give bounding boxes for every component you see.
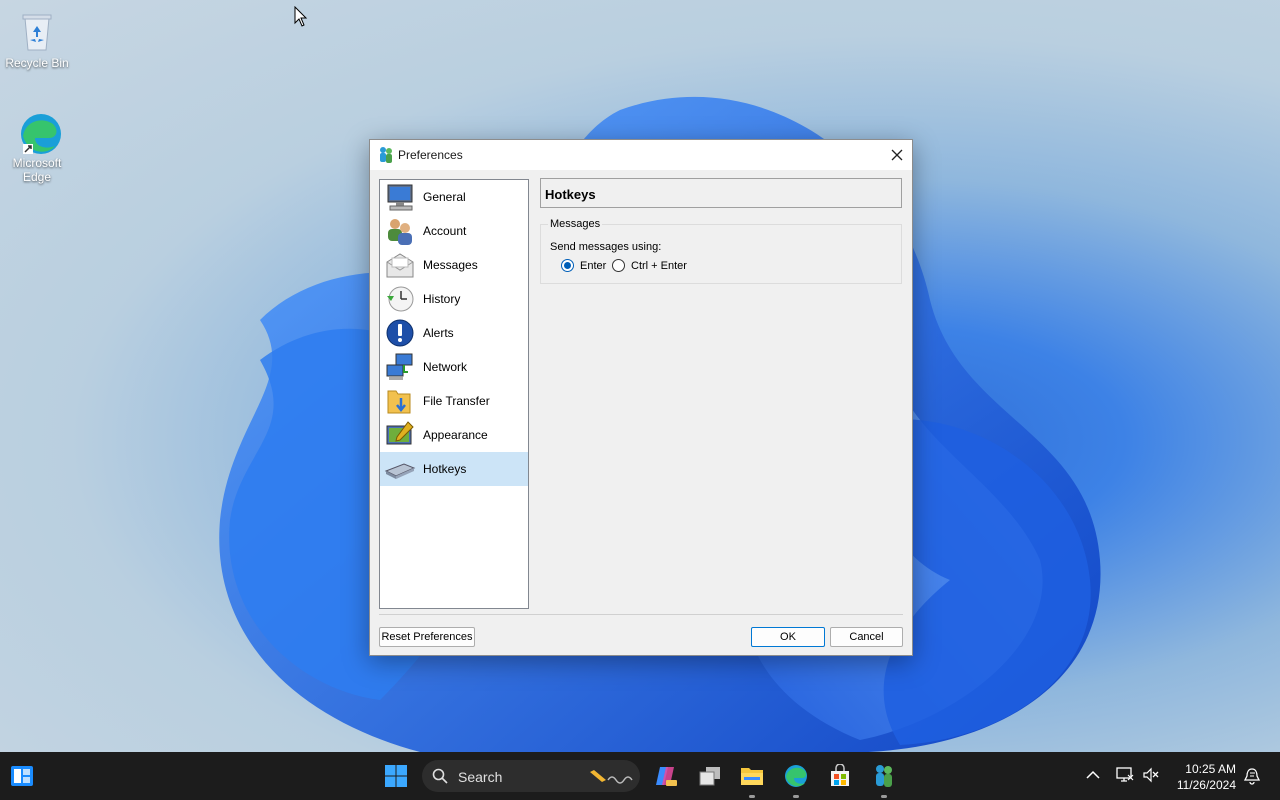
nav-item-appearance[interactable]: Appearance bbox=[380, 418, 528, 452]
desktop-icon-edge[interactable]: Microsoft Edge bbox=[0, 110, 74, 184]
app-running-indicator bbox=[881, 795, 887, 798]
nav-item-network[interactable]: Network bbox=[380, 350, 528, 384]
clock-icon bbox=[387, 286, 414, 312]
close-button[interactable] bbox=[882, 140, 912, 170]
nav-item-account[interactable]: Account bbox=[380, 214, 528, 248]
edge-taskbar-icon[interactable] bbox=[784, 764, 808, 788]
section-header: Hotkeys bbox=[540, 178, 902, 208]
recycle-bin-label: Recycle Bin bbox=[5, 56, 69, 70]
title-bar[interactable]: Preferences bbox=[370, 140, 912, 170]
edge-running-indicator bbox=[793, 795, 799, 798]
notification-bell-icon[interactable] bbox=[1244, 767, 1260, 785]
messenger-app-icon[interactable] bbox=[872, 764, 896, 788]
clock-date: 11/26/2024 bbox=[1176, 778, 1236, 792]
radio-label: Enter bbox=[580, 259, 607, 272]
preferences-dialog: Preferences General Account Messages His… bbox=[369, 139, 913, 656]
appearance-icon bbox=[386, 421, 414, 445]
edge-icon bbox=[15, 110, 61, 154]
monitor-icon bbox=[387, 184, 413, 211]
nav-label: Account bbox=[423, 224, 467, 238]
taskbar: Search 10:25 AM 11/26/2024 bbox=[0, 752, 1280, 800]
category-list[interactable]: General Account Messages History Alerts … bbox=[379, 179, 529, 609]
radio-enter[interactable]: Enter bbox=[561, 259, 606, 272]
explorer-running-indicator bbox=[749, 795, 755, 798]
nav-label: Appearance bbox=[423, 428, 488, 442]
nav-item-general[interactable]: General bbox=[380, 180, 528, 214]
nav-label: Hotkeys bbox=[423, 462, 467, 476]
desktop-icon-recycle-bin[interactable]: Recycle Bin bbox=[0, 10, 74, 70]
taskbar-search[interactable]: Search bbox=[422, 760, 640, 792]
send-messages-label: Send messages using: bbox=[550, 241, 662, 253]
folder-icon bbox=[387, 390, 411, 414]
app-icon bbox=[380, 147, 392, 163]
nav-label: Alerts bbox=[423, 326, 454, 340]
reset-preferences-button[interactable]: Reset Preferences bbox=[379, 627, 475, 647]
nav-item-file-transfer[interactable]: File Transfer bbox=[380, 384, 528, 418]
pencil-doodle-icon bbox=[590, 770, 633, 784]
nav-item-hotkeys[interactable]: Hotkeys bbox=[380, 452, 528, 486]
radio-checked-icon bbox=[561, 259, 574, 272]
copilot-icon[interactable] bbox=[654, 764, 678, 788]
start-windows-icon[interactable] bbox=[384, 764, 408, 788]
radio-label: Ctrl + Enter bbox=[631, 259, 687, 272]
widgets-icon[interactable] bbox=[10, 764, 34, 788]
nav-label: History bbox=[423, 292, 461, 306]
clock-time: 10:25 AM bbox=[1185, 762, 1236, 776]
microsoft-store-icon[interactable] bbox=[828, 764, 852, 788]
cancel-button[interactable]: Cancel bbox=[830, 627, 903, 647]
mouse-cursor-icon bbox=[294, 6, 308, 27]
dialog-title: Preferences bbox=[398, 148, 463, 162]
nav-item-messages[interactable]: Messages bbox=[380, 248, 528, 282]
nav-label: General bbox=[423, 190, 466, 204]
system-clock[interactable]: 10:25 AM 11/26/2024 bbox=[1177, 761, 1236, 793]
nav-label: Messages bbox=[423, 258, 478, 272]
messages-groupbox bbox=[540, 224, 902, 284]
keyboard-icon bbox=[384, 463, 416, 479]
chevron-up-icon[interactable] bbox=[1086, 770, 1100, 780]
network-tray-icon[interactable] bbox=[1116, 766, 1134, 784]
radio-unchecked-icon bbox=[612, 259, 625, 272]
users-icon bbox=[388, 219, 412, 245]
search-icon bbox=[432, 768, 448, 784]
close-icon bbox=[891, 149, 903, 161]
recycle-bin-icon bbox=[15, 10, 59, 54]
nav-label: Network bbox=[423, 360, 468, 374]
exclamation-icon bbox=[386, 319, 414, 347]
file-explorer-icon[interactable] bbox=[740, 764, 764, 788]
nav-item-alerts[interactable]: Alerts bbox=[380, 316, 528, 350]
radio-ctrl-enter[interactable]: Ctrl + Enter bbox=[612, 259, 687, 272]
search-placeholder: Search bbox=[458, 769, 503, 785]
nav-label: File Transfer bbox=[423, 394, 490, 408]
footer-separator bbox=[379, 614, 903, 615]
envelope-icon bbox=[386, 253, 414, 278]
ok-button[interactable]: OK bbox=[751, 627, 825, 647]
volume-muted-icon[interactable] bbox=[1142, 766, 1160, 784]
network-icon bbox=[386, 353, 413, 380]
task-view-icon[interactable] bbox=[698, 764, 722, 788]
section-title: Hotkeys bbox=[545, 187, 596, 202]
nav-item-history[interactable]: History bbox=[380, 282, 528, 316]
group-label: Messages bbox=[548, 218, 603, 230]
edge-label: Microsoft Edge bbox=[12, 156, 62, 184]
